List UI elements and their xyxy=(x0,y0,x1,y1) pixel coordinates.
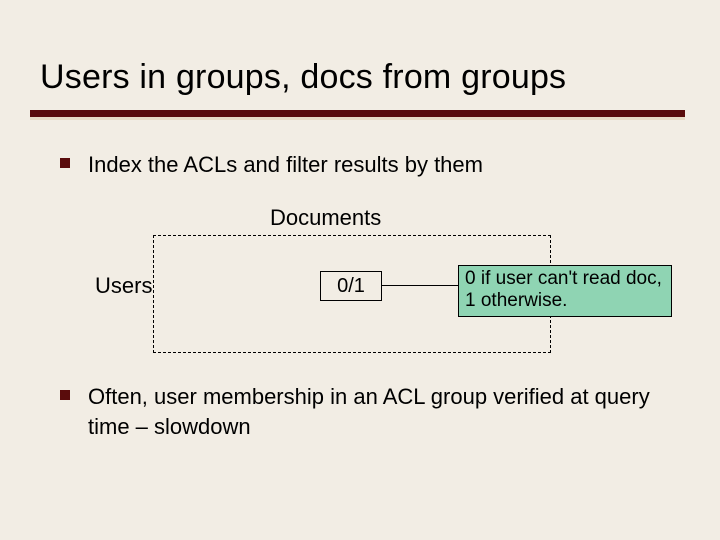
users-label: Users xyxy=(95,273,152,299)
matrix-cell: 0/1 xyxy=(320,271,382,301)
slide-title: Users in groups, docs from groups xyxy=(40,58,566,97)
acl-diagram: Documents Users 0/1 0 if user can't read… xyxy=(95,205,665,361)
bullet-list: Often, user membership in an ACL group v… xyxy=(60,382,670,457)
title-rule-light xyxy=(30,117,685,120)
bullet-text: Index the ACLs and filter results by the… xyxy=(88,150,483,180)
square-bullet-icon xyxy=(60,390,70,400)
list-item: Index the ACLs and filter results by the… xyxy=(60,150,670,180)
square-bullet-icon xyxy=(60,158,70,168)
list-item: Often, user membership in an ACL group v… xyxy=(60,382,670,441)
slide: Users in groups, docs from groups Index … xyxy=(0,0,720,540)
legend-note: 0 if user can't read doc, 1 otherwise. xyxy=(458,265,672,317)
bullet-list: Index the ACLs and filter results by the… xyxy=(60,150,670,196)
bullet-text: Often, user membership in an ACL group v… xyxy=(88,382,670,441)
title-rule xyxy=(30,110,685,117)
connector-line xyxy=(382,285,458,286)
documents-label: Documents xyxy=(270,205,381,231)
